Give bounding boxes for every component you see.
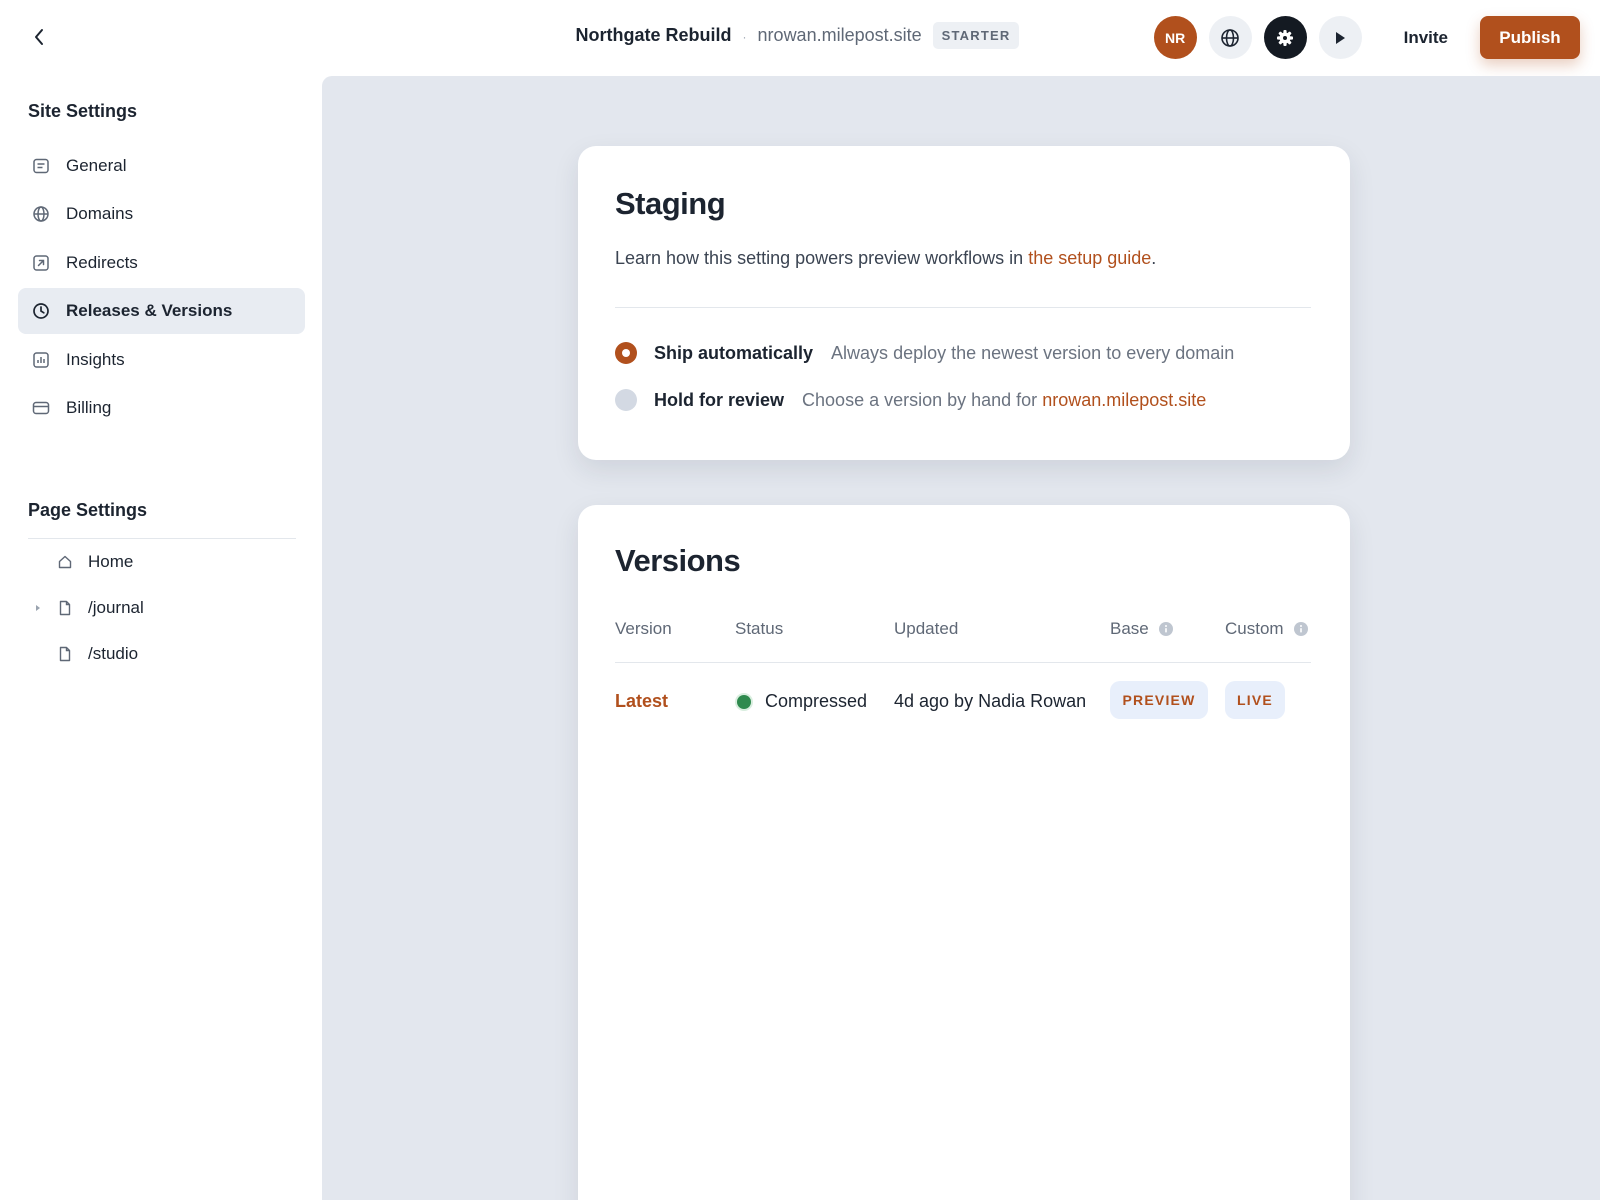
page-item-label: Home xyxy=(88,552,134,571)
page-settings-title: Page Settings xyxy=(28,500,148,520)
column-header-custom: Custom xyxy=(1225,619,1308,639)
globe-icon xyxy=(32,205,50,223)
globe-button[interactable] xyxy=(1208,16,1252,59)
column-header-status: Status xyxy=(735,619,784,638)
chevron-left-icon xyxy=(35,29,43,45)
project-info: Northgate Rebuild · nrowan.milepost.site… xyxy=(576,22,1020,49)
status-indicator xyxy=(737,694,751,709)
page-icon xyxy=(56,645,74,663)
sidebar: Site Settings General Domains Redirects … xyxy=(0,76,322,1200)
page-item-label: /studio xyxy=(88,644,139,663)
custom-live-badge[interactable]: LIVE xyxy=(1225,681,1285,719)
back-button[interactable] xyxy=(26,24,52,50)
sidebar-item-billing[interactable]: Billing xyxy=(18,385,305,431)
bar-chart-icon xyxy=(32,351,50,369)
sidebar-item-redirects[interactable]: Redirects xyxy=(18,240,305,286)
staging-card: Staging Learn how this setting powers pr… xyxy=(578,146,1350,460)
sidebar-item-domains[interactable]: Domains xyxy=(18,191,305,237)
home-icon xyxy=(56,553,74,571)
versions-card: Versions Version Status Updated Base Cus… xyxy=(578,505,1350,1200)
expand-caret-icon[interactable] xyxy=(28,604,48,612)
column-header-base: Base xyxy=(1110,619,1173,639)
status-cell: Compressed xyxy=(737,691,867,712)
invite-button[interactable]: Invite xyxy=(1384,16,1468,59)
setup-guide-link[interactable]: the setup guide xyxy=(1028,248,1151,268)
document-lines-icon xyxy=(32,157,50,175)
avatar[interactable]: NR xyxy=(1153,16,1197,59)
separator: · xyxy=(742,29,747,44)
page-item-journal[interactable]: /journal xyxy=(28,590,296,626)
option-label: Ship automatically xyxy=(654,342,814,363)
table-header-divider xyxy=(615,662,1311,663)
sidebar-item-insights[interactable]: Insights xyxy=(18,337,305,383)
option-description: Always deploy the newest version to ever… xyxy=(831,342,1235,363)
option-hold-for-review[interactable]: Hold for review Choose a version by hand… xyxy=(615,389,1206,411)
sidebar-item-label: Domains xyxy=(66,204,134,223)
clock-icon xyxy=(32,302,50,320)
page-item-home[interactable]: Home xyxy=(28,544,296,580)
globe-icon xyxy=(1221,28,1239,47)
gear-icon xyxy=(1277,29,1294,46)
project-name: Northgate Rebuild xyxy=(575,25,732,45)
preview-button[interactable] xyxy=(1318,16,1362,59)
project-domain[interactable]: nrowan.milepost.site xyxy=(758,25,922,46)
radio-unselected[interactable] xyxy=(615,389,637,411)
staging-description: Learn how this setting powers preview wo… xyxy=(615,248,1157,268)
versions-title: Versions xyxy=(615,543,741,578)
page-item-label: /journal xyxy=(88,598,144,617)
sidebar-item-general[interactable]: General xyxy=(18,143,305,189)
sidebar-item-label: General xyxy=(66,156,127,175)
staging-divider xyxy=(615,307,1311,308)
page-icon xyxy=(56,599,74,617)
option-label: Hold for review xyxy=(654,389,785,410)
column-header-updated: Updated xyxy=(894,619,959,638)
staging-title: Staging xyxy=(615,186,726,221)
column-header-version: Version xyxy=(615,619,672,638)
base-preview-badge[interactable]: PREVIEW xyxy=(1110,681,1208,719)
settings-button[interactable] xyxy=(1263,16,1307,59)
option-description: Choose a version by hand for nrowan.mile… xyxy=(802,389,1207,410)
site-settings-title: Site Settings xyxy=(28,101,138,121)
updated-cell: 4d ago by Nadia Rowan xyxy=(894,691,1087,711)
redirect-arrow-icon xyxy=(32,254,50,272)
plan-badge: STARTER xyxy=(932,22,1020,49)
sidebar-item-label: Redirects xyxy=(66,253,138,272)
sidebar-divider xyxy=(28,538,296,539)
version-link[interactable]: Latest xyxy=(615,691,668,712)
option-ship-automatically[interactable]: Ship automatically Always deploy the new… xyxy=(615,342,1234,364)
main-content: Staging Learn how this setting powers pr… xyxy=(322,76,1600,1200)
info-icon[interactable] xyxy=(1158,622,1173,636)
info-icon[interactable] xyxy=(1293,622,1308,636)
credit-card-icon xyxy=(32,399,50,417)
play-icon xyxy=(1336,31,1346,44)
status-text: Compressed xyxy=(765,691,868,711)
sidebar-item-label: Insights xyxy=(66,350,125,369)
sidebar-item-label: Billing xyxy=(66,398,112,417)
page-item-studio[interactable]: /studio xyxy=(28,636,296,672)
sidebar-item-label: Releases & Versions xyxy=(66,301,233,320)
top-bar: Northgate Rebuild · nrowan.milepost.site… xyxy=(0,0,1600,76)
domain-link[interactable]: nrowan.milepost.site xyxy=(1042,390,1206,410)
radio-selected[interactable] xyxy=(615,342,637,364)
sidebar-item-releases-versions[interactable]: Releases & Versions xyxy=(18,288,305,334)
publish-button[interactable]: Publish xyxy=(1480,16,1580,59)
